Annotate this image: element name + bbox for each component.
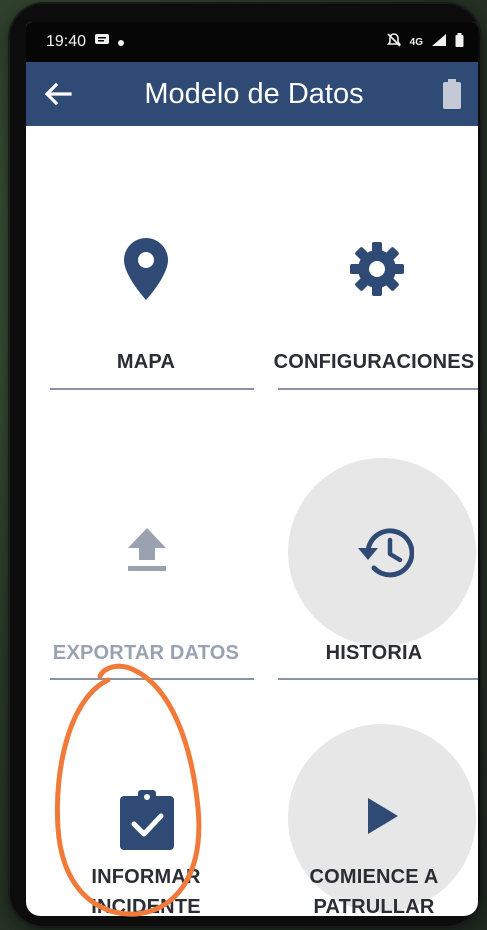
arrow-left-icon[interactable] [40,76,76,112]
clipboard-check-icon [120,790,174,855]
settings-underline [278,388,478,390]
signal-icon [431,33,447,52]
network-type: 4G [409,36,423,48]
mute-icon [386,32,402,53]
app-bar: Modelo de Datos [26,62,478,126]
report-incident-label: INFORMAR INCIDENTE [40,862,252,916]
settings-tile[interactable]: CONFIGURACIONES [268,196,478,396]
map-label: MAPA [116,351,176,373]
dot-icon [118,33,125,51]
status-bar: 19:40 4G [26,22,478,62]
history-label: HISTORIA [325,642,423,664]
export-data-underline [50,678,254,680]
start-patrol-tile[interactable]: COMIENCE A PATRULLAR [268,724,478,916]
history-underline [278,678,478,680]
history-icon [350,524,415,585]
report-incident-label-line1: INFORMAR [91,866,201,888]
menu-grid: MAPA CONFIGURACIONES EXPORTAR DATOS HIST… [26,126,478,916]
app-screen: 19:40 4G Modelo de Datos MAPA CONFIGURAC… [26,22,478,916]
start-patrol-label-line1: COMIENCE A [309,866,439,888]
report-incident-label-line2: INCIDENTE [91,896,201,916]
export-data-label: EXPORTAR DATOS [52,642,240,664]
battery-status-icon [440,76,464,112]
message-icon [94,33,110,52]
upload-icon [126,528,168,577]
status-time: 19:40 [46,33,87,50]
battery-icon [455,32,464,52]
history-tile[interactable]: HISTORIA [268,458,478,680]
gear-icon [348,240,406,303]
start-patrol-label-line2: PATRULLAR [313,896,435,916]
settings-label: CONFIGURACIONES [273,351,475,373]
start-patrol-label: COMIENCE A PATRULLAR [268,862,478,916]
page-title: Modelo de Datos [144,77,364,110]
play-icon [368,798,398,839]
report-incident-tile[interactable]: INFORMAR INCIDENTE [40,724,252,916]
export-data-tile[interactable]: EXPORTAR DATOS [40,458,254,680]
map-underline [50,388,254,390]
phone-frame: 19:40 4G Modelo de Datos MAPA CONFIGURAC… [10,4,480,926]
map-tile[interactable]: MAPA [40,196,254,396]
map-pin-icon [124,238,168,305]
